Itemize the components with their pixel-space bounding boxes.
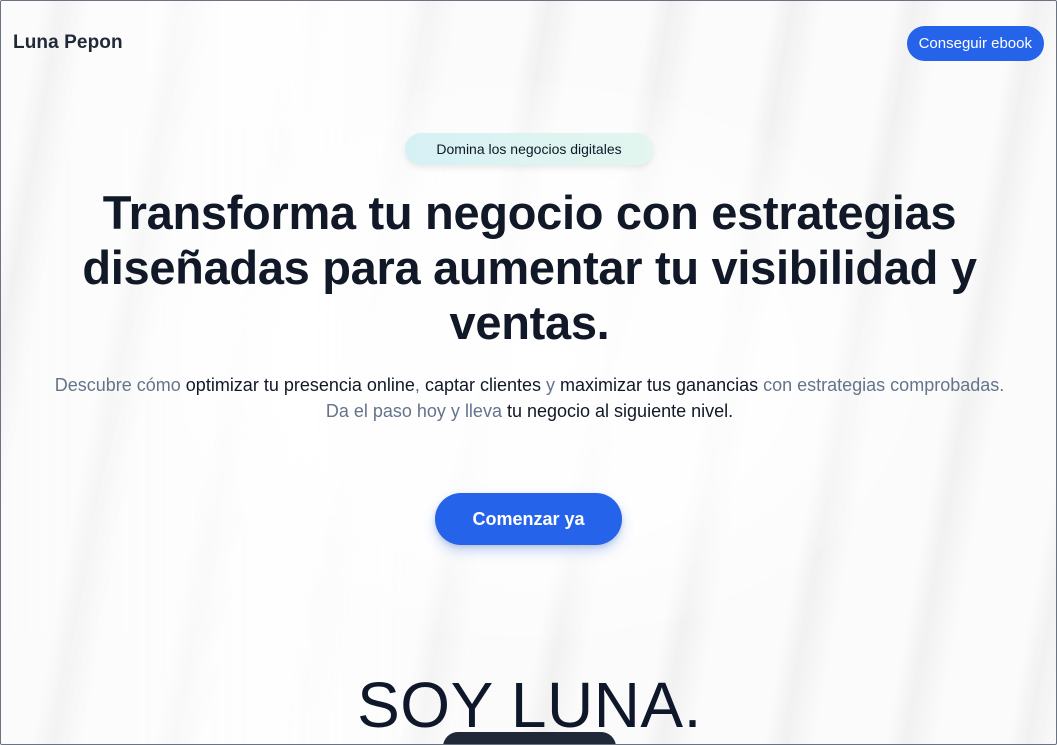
hero-description: Descubre cómo optimizar tu presencia onl… [41, 372, 1018, 424]
brand-logo-text[interactable]: Luna Pepon [13, 32, 123, 54]
sub-highlight-optimize: optimizar tu presencia online [185, 375, 415, 395]
sub-part-3: , [414, 375, 425, 395]
get-ebook-button[interactable]: Conseguir ebook [906, 26, 1044, 61]
dark-pill-element [443, 732, 616, 744]
hero-headline: Transforma tu negocio con estrategias di… [61, 185, 998, 350]
sub-part-7: con estrategias comprobadas. [758, 375, 1005, 395]
headline-line-3: ventas. [449, 296, 610, 349]
headline-line-2: diseñadas para aumentar tu visibilidad y [82, 241, 977, 294]
sub-highlight-profits: maximizar tus ganancias [560, 375, 759, 395]
sub-part-1: Descubre cómo [54, 375, 186, 395]
start-now-button[interactable]: Comenzar ya [435, 493, 622, 545]
hero-badge: Domina los negocios digitales [405, 133, 653, 165]
sub-part-5: y [541, 375, 561, 395]
sub-part-8: Da el paso hoy y lleva [325, 401, 507, 421]
background-glow [141, 81, 921, 641]
sub-highlight-next-level: tu negocio al siguiente nivel. [506, 401, 734, 421]
landing-page: Luna Pepon Conseguir ebook Domina los ne… [0, 0, 1057, 745]
headline-line-1: Transforma tu negocio con estrategias [102, 186, 957, 239]
sub-highlight-clients: captar clientes [424, 375, 541, 395]
about-title: SOY LUNA. [357, 669, 702, 741]
